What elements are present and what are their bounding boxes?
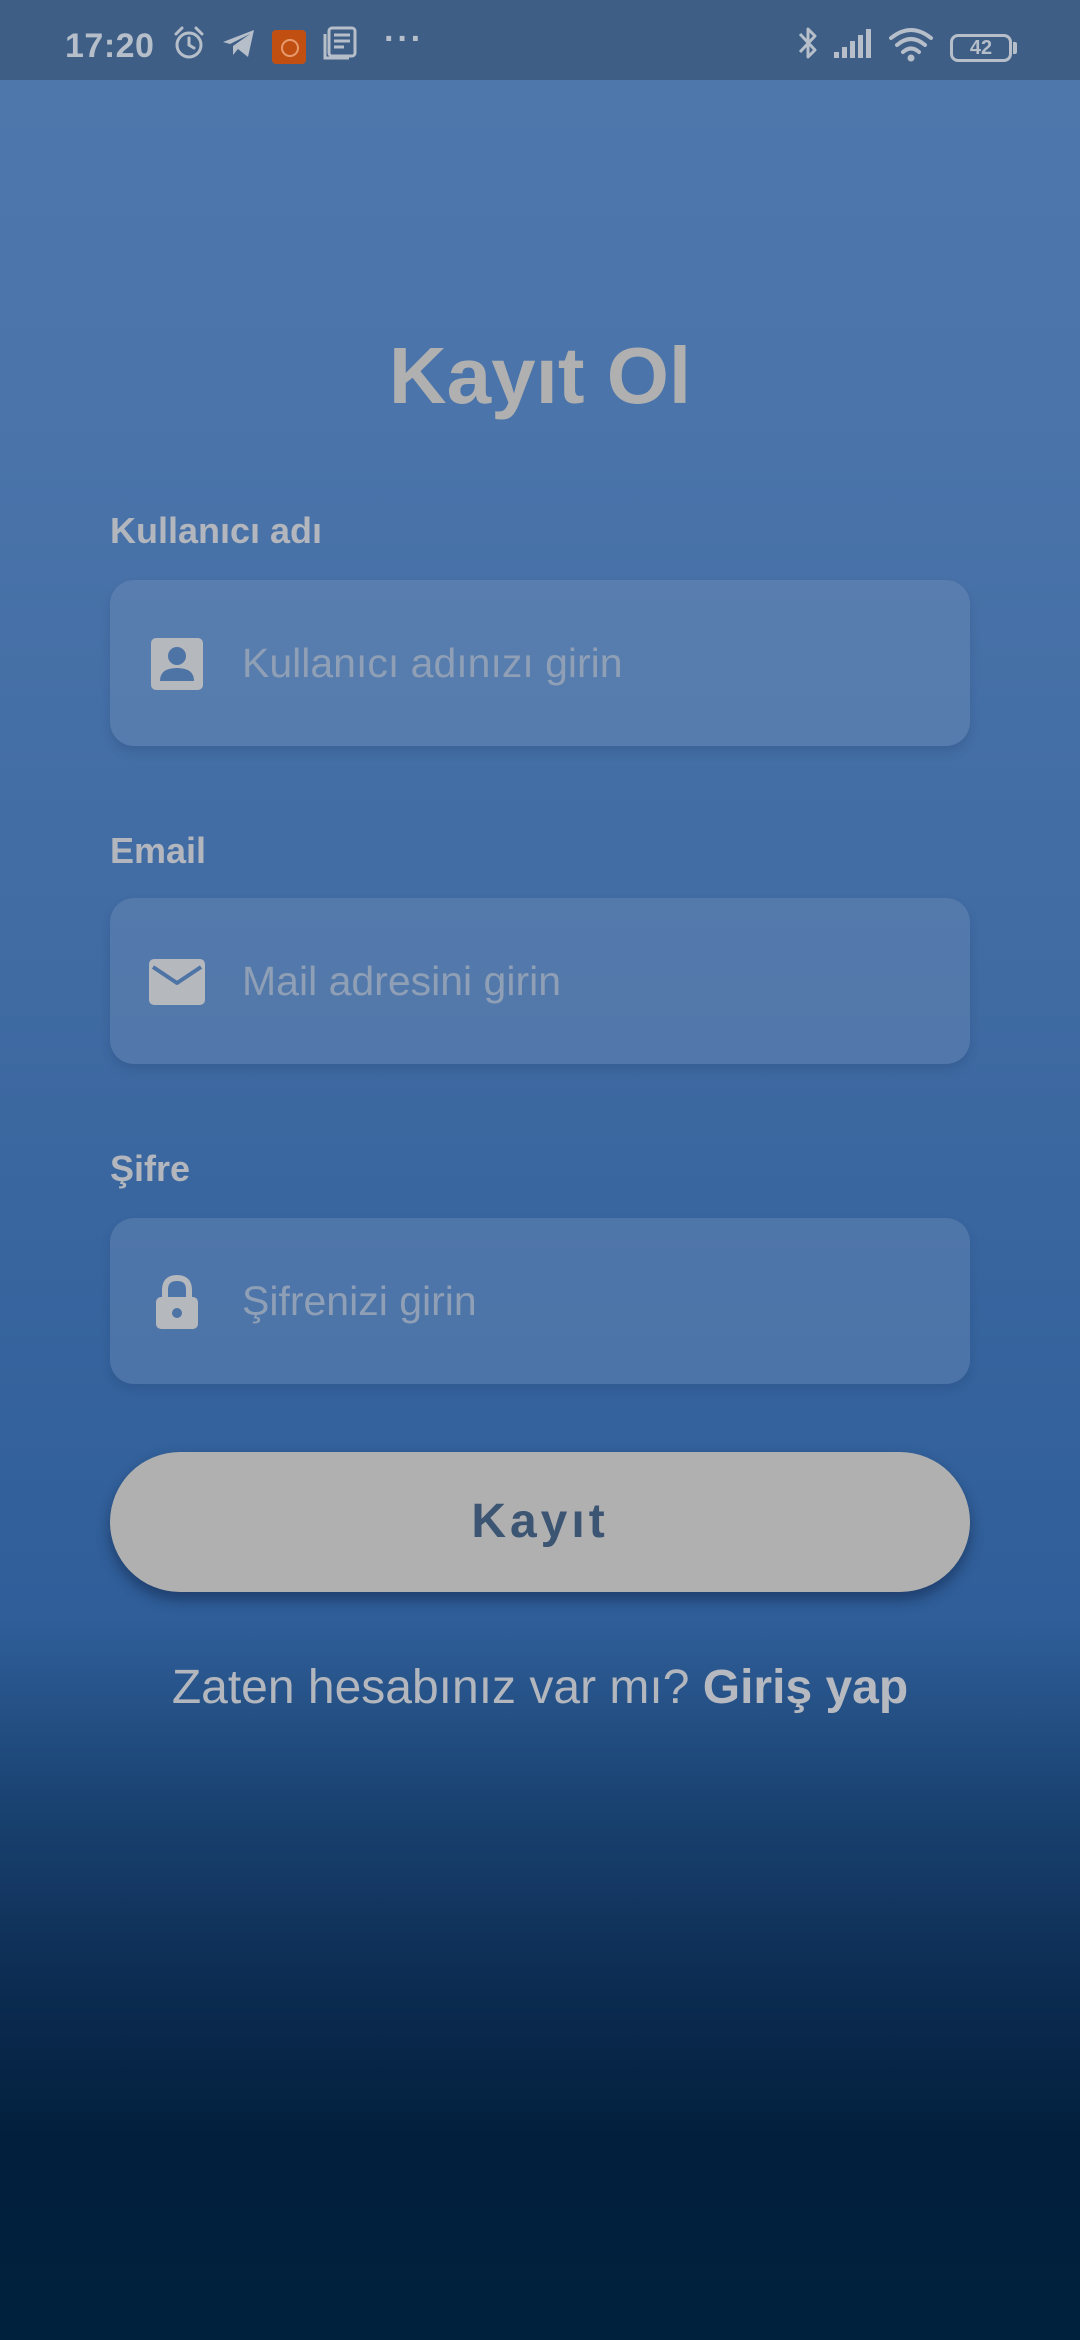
password-input[interactable] (242, 1218, 942, 1384)
wifi-icon (888, 24, 934, 62)
battery-icon: 42 (950, 34, 1012, 62)
login-prompt: Zaten hesabınız var mı? Giriş yap (0, 1660, 1080, 1715)
username-field[interactable] (110, 580, 970, 746)
email-label: Email (110, 830, 207, 871)
password-label: Şifre (110, 1148, 191, 1189)
login-prompt-text: Zaten hesabınız var mı? (171, 1661, 690, 1714)
bluetooth-icon (795, 24, 821, 60)
signal-icon (832, 24, 874, 60)
account-box-icon (148, 635, 206, 693)
status-bar: 17:20 ··· 42 (0, 0, 1080, 80)
email-input[interactable] (242, 898, 942, 1064)
login-link[interactable]: Giriş yap (703, 1661, 908, 1714)
username-label: Kullanıcı adı (110, 510, 323, 551)
password-field[interactable] (110, 1218, 970, 1384)
page-title: Kayıt Ol (388, 331, 692, 420)
status-time: 17:20 (65, 27, 155, 65)
telegram-icon (220, 24, 258, 60)
mi-app-icon (272, 30, 306, 64)
mail-icon (148, 953, 206, 1011)
username-input[interactable] (242, 580, 942, 746)
register-button[interactable]: Kayıt (110, 1452, 970, 1592)
alarm-icon (170, 24, 208, 60)
news-icon (322, 24, 358, 60)
more-dots-icon: ··· (384, 20, 424, 58)
email-field[interactable] (110, 898, 970, 1064)
battery-tip (1013, 42, 1017, 54)
lock-icon (148, 1273, 206, 1331)
